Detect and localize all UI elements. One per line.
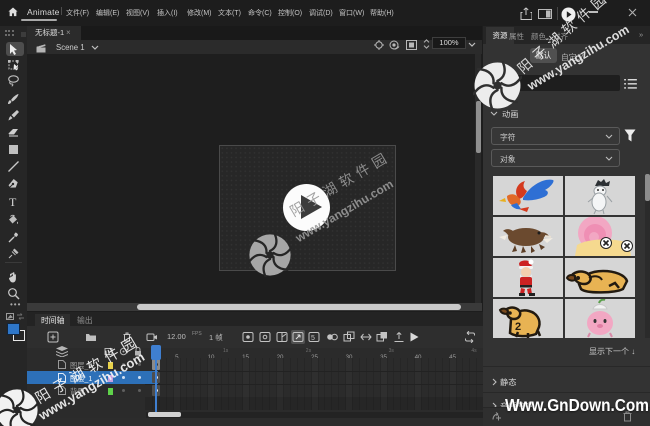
svg-text:2: 2 xyxy=(515,321,521,333)
svg-text:T: T xyxy=(9,195,17,208)
svg-text:5: 5 xyxy=(311,335,315,342)
